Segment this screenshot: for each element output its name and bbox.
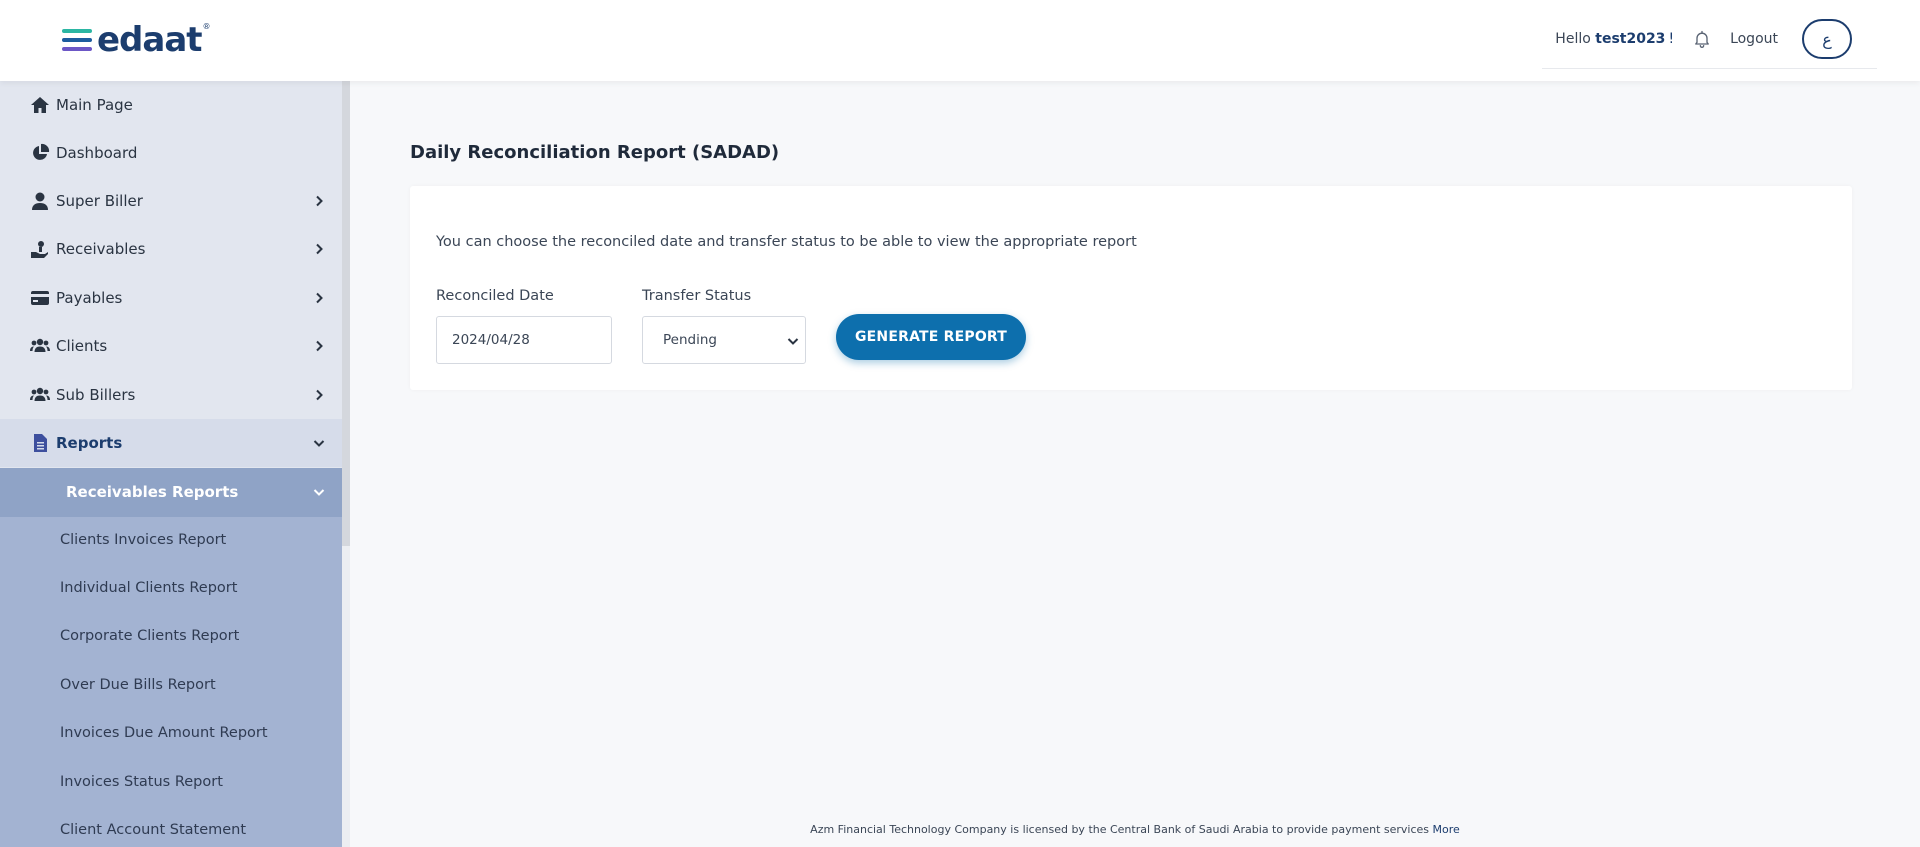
reconciled-date-label: Reconciled Date	[436, 288, 554, 304]
report-filter-card: You can choose the reconciled date and t…	[410, 186, 1852, 390]
user-icon	[32, 192, 48, 210]
submenu-item-clients-invoices-report[interactable]: Clients Invoices Report	[60, 532, 226, 548]
logo-trademark: ®	[202, 21, 211, 31]
transfer-status-select[interactable]: Pending	[642, 316, 806, 364]
submenu-item-over-due-bills-report[interactable]: Over Due Bills Report	[60, 677, 216, 693]
chevron-down-icon	[313, 440, 325, 447]
reconciled-date-input[interactable]: 2024/04/28	[436, 316, 612, 364]
submenu-item-client-account-statement[interactable]: Client Account Statement	[60, 822, 246, 838]
submenu-list: Clients Invoices Report Individual Clien…	[0, 517, 342, 847]
page-title: Daily Reconciliation Report (SADAD)	[410, 142, 780, 163]
logo-bars-icon	[62, 29, 92, 51]
generate-report-button[interactable]: GENERATE REPORT	[836, 314, 1026, 360]
submenu-item-invoices-status-report[interactable]: Invoices Status Report	[60, 774, 223, 790]
home-icon	[31, 97, 49, 113]
top-header: edaat ® Hello test2023! Logout ع	[0, 0, 1920, 81]
greeting-text: Hello test2023!	[1555, 31, 1675, 47]
pie-chart-icon	[33, 143, 50, 160]
sidebar-item-super-biller[interactable]: Super Biller	[0, 177, 342, 225]
sidebar-item-dashboard[interactable]: Dashboard	[0, 129, 342, 177]
sidebar-item-clients[interactable]: Clients	[0, 322, 342, 370]
chevron-down-icon	[313, 489, 325, 496]
chevron-right-icon	[316, 389, 323, 401]
footer-text: Azm Financial Technology Company is lice…	[810, 823, 1430, 836]
footer: Azm Financial Technology Company is lice…	[350, 823, 1920, 836]
sidebar: Main Page Dashboard Super Biller Receiva…	[0, 81, 342, 847]
bell-icon[interactable]	[1692, 29, 1712, 49]
header-user-area: Hello test2023! Logout ع	[1555, 18, 1852, 60]
submenu-item-corporate-clients-report[interactable]: Corporate Clients Report	[60, 628, 239, 644]
language-toggle-button[interactable]: ع	[1802, 19, 1852, 59]
logo-text: edaat	[97, 20, 203, 60]
sidebar-item-receivables[interactable]: Receivables	[0, 225, 342, 273]
document-icon	[34, 434, 47, 452]
users-icon	[30, 338, 50, 352]
header-divider	[1542, 68, 1877, 69]
hand-coin-icon	[31, 241, 48, 258]
footer-more-link[interactable]: More	[1433, 823, 1460, 836]
submenu-item-individual-clients-report[interactable]: Individual Clients Report	[60, 580, 237, 596]
submenu-item-invoices-due-amount-report[interactable]: Invoices Due Amount Report	[60, 725, 268, 741]
sidebar-item-sub-billers[interactable]: Sub Billers	[0, 371, 342, 419]
username: test2023	[1595, 31, 1666, 47]
chevron-down-icon	[787, 338, 799, 345]
edaat-logo[interactable]: edaat ®	[62, 20, 211, 60]
sidebar-item-payables[interactable]: Payables	[0, 274, 342, 322]
credit-card-icon	[31, 291, 49, 305]
submenu-receivables-reports[interactable]: Receivables Reports	[0, 468, 342, 517]
chevron-right-icon	[316, 340, 323, 352]
logout-link[interactable]: Logout	[1730, 31, 1778, 47]
transfer-status-label: Transfer Status	[642, 288, 752, 304]
sidebar-item-reports[interactable]: Reports	[0, 419, 342, 467]
sidebar-item-main-page[interactable]: Main Page	[0, 81, 342, 129]
card-description: You can choose the reconciled date and t…	[436, 234, 1137, 250]
sidebar-scrollbar-thumb[interactable]	[342, 81, 350, 546]
users-icon	[30, 387, 50, 401]
chevron-right-icon	[316, 292, 323, 304]
chevron-right-icon	[316, 243, 323, 255]
transfer-status-value: Pending	[663, 332, 717, 348]
chevron-right-icon	[316, 195, 323, 207]
